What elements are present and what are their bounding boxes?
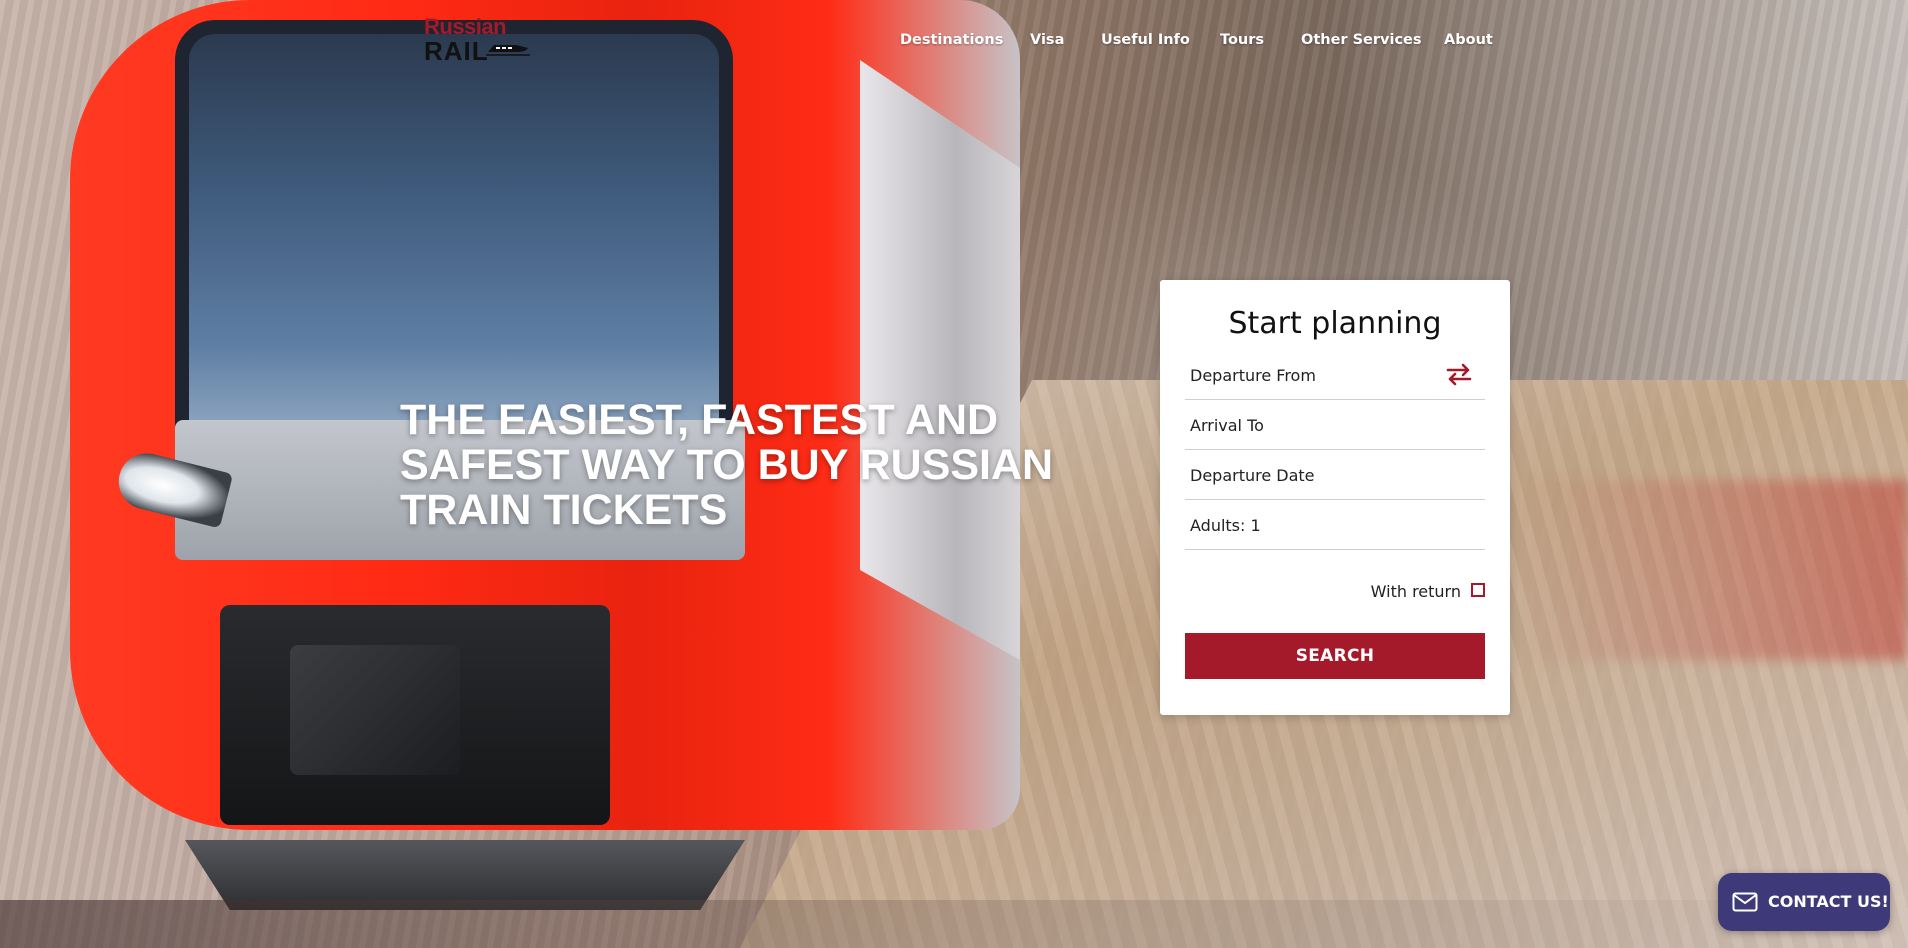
main-nav: Destinations Visa Useful Info Tours Othe…	[0, 32, 1908, 56]
envelope-icon	[1732, 892, 1758, 912]
contact-us-label: CONTACT US!	[1768, 892, 1889, 911]
swap-arrows-icon[interactable]	[1445, 362, 1473, 386]
nav-item-useful-info[interactable]: Useful Info	[1101, 32, 1190, 48]
with-return-checkbox[interactable]	[1471, 583, 1485, 597]
form-title: Start planning	[1228, 306, 1442, 341]
arrival-to-field[interactable]: Arrival To	[1185, 400, 1485, 450]
departure-date-field[interactable]: Departure Date	[1185, 450, 1485, 500]
hero-headline: THE EASIEST, FASTEST AND SAFEST WAY TO B…	[400, 396, 1054, 534]
background-blur	[1520, 480, 1908, 660]
contact-us-button[interactable]: CONTACT US!	[1718, 873, 1890, 931]
departure-from-label: Departure From	[1190, 366, 1316, 385]
arrival-to-label: Arrival To	[1190, 416, 1264, 435]
adults-label: Adults: 1	[1190, 516, 1261, 535]
train-coupler	[220, 605, 610, 825]
with-return-label: With return	[1370, 582, 1461, 601]
nav-item-visa[interactable]: Visa	[1030, 32, 1064, 48]
nav-item-destinations[interactable]: Destinations	[900, 32, 1003, 48]
planning-form: Start planning Departure From Arrival To…	[1160, 280, 1510, 715]
nav-item-other-services[interactable]: Other Services	[1301, 32, 1422, 48]
nav-item-about[interactable]: About	[1444, 32, 1493, 48]
nav-item-tours[interactable]: Tours	[1220, 32, 1264, 48]
with-return-row[interactable]: With return	[1185, 580, 1485, 604]
departure-date-label: Departure Date	[1190, 466, 1315, 485]
departure-from-field[interactable]: Departure From	[1185, 350, 1485, 400]
train-windshield	[175, 20, 733, 438]
adults-field[interactable]: Adults: 1	[1185, 500, 1485, 550]
search-button[interactable]: SEARCH	[1185, 633, 1485, 679]
track-shadow	[0, 900, 1908, 948]
